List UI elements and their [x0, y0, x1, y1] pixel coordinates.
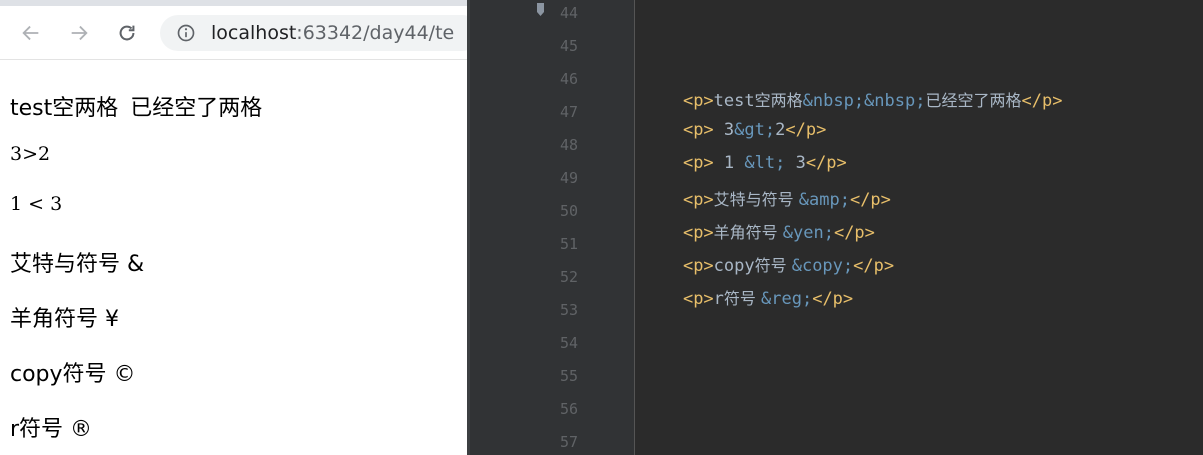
paragraph-lt: 1 < 3	[10, 193, 63, 215]
back-arrow-icon	[22, 25, 39, 41]
line-number: 53	[559, 301, 578, 319]
paragraph-nbsp: test空两格 已经空了两格	[10, 96, 263, 121]
paragraph-gt: 3>2	[10, 143, 51, 165]
line-number: 44	[559, 4, 578, 22]
paragraph-yen: 羊角符号 ¥	[10, 307, 119, 332]
line-number: 48	[559, 136, 578, 154]
paragraph-amp: 艾特与符号 &	[10, 252, 145, 277]
code-line-52[interactable]: <p>r符号 &reg;</p>	[642, 265, 853, 329]
line-number-gutter	[544, 0, 634, 455]
line-number: 50	[559, 202, 578, 220]
url-text[interactable]: localhost:63342/day44/te	[211, 22, 454, 44]
browser-window: localhost:63342/day44/te test空两格 已经空了两格 3…	[0, 0, 467, 455]
line-number: 45	[559, 37, 578, 55]
gutter-separator	[634, 0, 635, 455]
line-number: 52	[559, 268, 578, 286]
browser-toolbar: localhost:63342/day44/te	[0, 6, 467, 60]
line-number: 51	[559, 235, 578, 253]
line-number: 54	[559, 334, 578, 352]
editor-left-gutter	[470, 0, 544, 455]
url-path: :63342/day44/te	[296, 22, 455, 44]
line-number: 47	[559, 103, 578, 121]
reload-icon	[119, 25, 135, 41]
paragraph-copy: copy符号 ©	[10, 362, 136, 387]
line-number: 46	[559, 70, 578, 88]
info-icon[interactable]	[176, 23, 196, 43]
code-editor[interactable]: 44 45 46 47 48 49 50 51 52 53 54 55 56 5…	[470, 0, 1203, 455]
line-number: 55	[559, 367, 578, 385]
forward-button[interactable]	[64, 18, 94, 48]
forward-arrow-icon	[71, 25, 88, 41]
line-number: 57	[559, 433, 578, 451]
address-bar[interactable]: localhost:63342/day44/te	[160, 15, 467, 51]
url-host: localhost	[211, 22, 297, 44]
paragraph-reg: r符号 ®	[10, 417, 93, 442]
back-button[interactable]	[16, 18, 46, 48]
line-number: 56	[559, 400, 578, 418]
reload-button[interactable]	[112, 18, 142, 48]
line-number: 49	[559, 169, 578, 187]
fold-icon[interactable]	[536, 2, 546, 18]
